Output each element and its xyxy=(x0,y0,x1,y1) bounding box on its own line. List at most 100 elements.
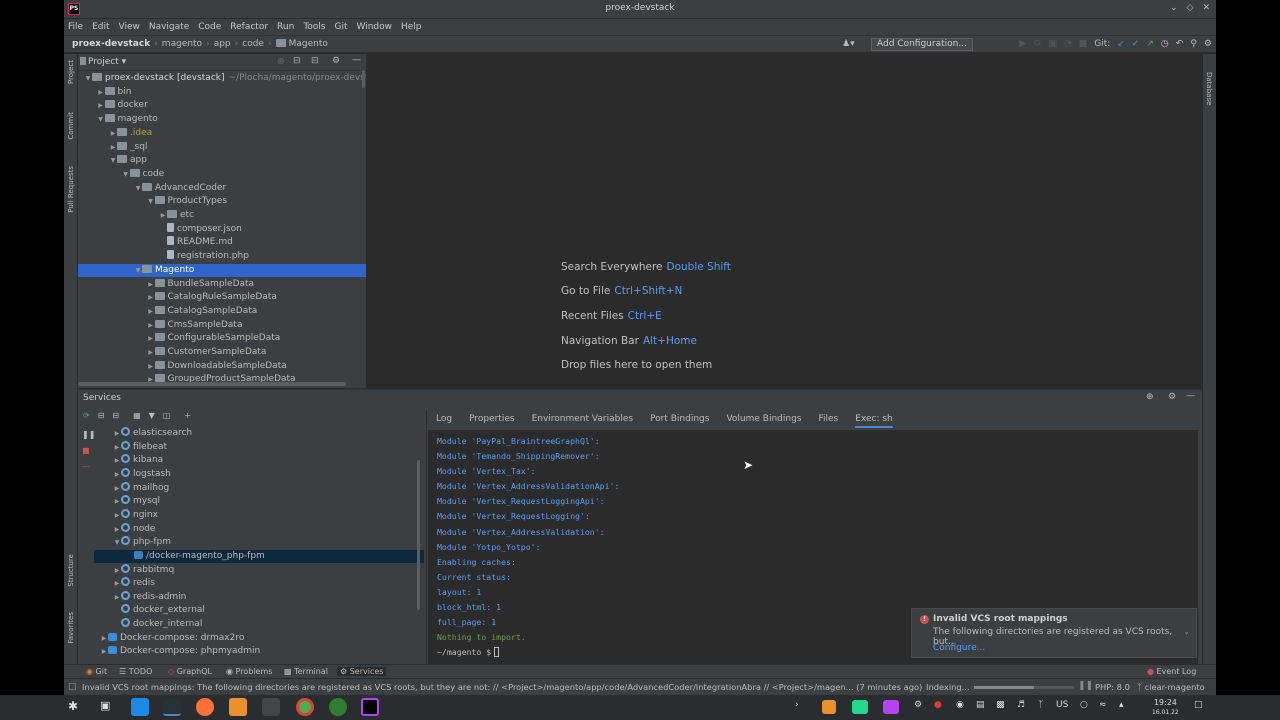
tree-item[interactable]: composer.json xyxy=(78,222,366,236)
tree-item[interactable]: ▶ CustomerSampleData xyxy=(78,346,366,359)
breadcrumb-item[interactable]: app xyxy=(214,39,231,49)
collapse-all-icon[interactable]: ⊟ xyxy=(112,411,119,420)
tree-item[interactable]: ▶ docker xyxy=(78,99,366,112)
git-commit-icon[interactable]: ✓ xyxy=(1132,39,1140,49)
tool-event-log[interactable]: ● Event Log xyxy=(1147,667,1196,676)
layout-icon[interactable]: ◫ xyxy=(163,411,171,420)
git-client-icon[interactable] xyxy=(329,698,347,716)
menu-code[interactable]: Code xyxy=(198,22,221,32)
tree-item[interactable]: ▼ magento xyxy=(78,113,366,126)
tree-item[interactable]: ▼ app xyxy=(78,154,366,167)
chevron-down-icon[interactable]: ▼ xyxy=(147,195,155,208)
breadcrumb-item[interactable]: code xyxy=(242,39,264,49)
tray-shield-icon[interactable]: ◉ xyxy=(956,700,964,710)
chevron-right-icon[interactable]: ▶ xyxy=(113,427,121,440)
phpstorm-taskbar-icon[interactable] xyxy=(361,698,379,716)
tab-port-bindings[interactable]: Port Bindings xyxy=(650,410,709,428)
service-item[interactable]: ▶ nginx xyxy=(94,508,424,522)
chevron-right-icon[interactable]: ▶ xyxy=(147,291,155,304)
add-service-icon[interactable]: + xyxy=(184,411,191,420)
tree-item[interactable]: ▶ CatalogRuleSampleData xyxy=(78,291,366,304)
menu-edit[interactable]: Edit xyxy=(92,22,109,32)
service-item[interactable]: ▶ redis xyxy=(94,577,424,590)
chevron-right-icon[interactable]: ▶ xyxy=(147,305,155,318)
tool-problems[interactable]: ◉ Problems xyxy=(226,667,272,676)
tree-item[interactable]: ▶ CatalogSampleData xyxy=(78,305,366,318)
expand-all-icon[interactable]: ⊟ xyxy=(293,56,301,66)
service-item[interactable]: ▶ Docker-compose: drmax2ro xyxy=(94,632,424,645)
tray-network-icon[interactable]: ○ xyxy=(1080,700,1088,710)
clock[interactable]: 19:24 16.01.22 xyxy=(1152,698,1179,717)
chevron-down-icon[interactable]: ▼ xyxy=(134,182,142,195)
search-icon[interactable]: ⚲ xyxy=(1190,39,1197,49)
chevron-right-icon[interactable]: ▶ xyxy=(109,127,117,140)
service-item[interactable]: ▶ elasticsearch xyxy=(94,427,424,440)
user-icon[interactable]: ♟▾ xyxy=(842,39,855,49)
minimize-icon[interactable]: ⌄ xyxy=(1170,3,1178,13)
service-item[interactable]: docker_external xyxy=(94,604,424,617)
tool-todo[interactable]: ☰ TODO xyxy=(119,667,152,676)
breadcrumb-item[interactable]: Magento xyxy=(275,39,328,49)
tree-item[interactable]: ▶ CmsSampleData xyxy=(78,319,366,332)
menu-tools[interactable]: Tools xyxy=(303,22,325,32)
locate-icon[interactable]: ⊕ xyxy=(277,57,285,67)
profile-icon[interactable]: ◔ xyxy=(1064,39,1072,49)
menu-window[interactable]: Window xyxy=(357,22,393,32)
tool-git[interactable]: ◉ Git xyxy=(86,667,107,676)
tray-clipboard-icon[interactable]: ▤ xyxy=(976,700,985,710)
console-icon[interactable] xyxy=(262,698,280,716)
stripe-commit[interactable]: Commit xyxy=(67,112,75,140)
tree-item[interactable]: ▶ etc xyxy=(78,209,366,222)
stripe-pull-requests[interactable]: Pull Requests xyxy=(67,166,75,213)
chevron-right-icon[interactable]: ▶ xyxy=(113,468,121,481)
service-item[interactable]: docker_internal xyxy=(94,618,424,631)
splitter[interactable] xyxy=(426,410,427,665)
expand-icon[interactable]: ⌄ xyxy=(1183,627,1190,636)
stripe-project[interactable]: Project xyxy=(67,60,75,84)
breadcrumb-item[interactable]: proex-devstack xyxy=(72,39,150,49)
chevron-right-icon[interactable]: ▶ xyxy=(113,509,121,522)
stripe-favorites[interactable]: Favorites xyxy=(67,612,75,644)
tree-item[interactable]: ▶ bin xyxy=(78,86,366,99)
chevron-down-icon[interactable]: ▼ xyxy=(97,113,105,126)
service-item[interactable]: ▼ php-fpm xyxy=(94,536,424,549)
keyboard-layout[interactable]: US xyxy=(1056,700,1068,710)
expand-all-icon[interactable]: ⊟ xyxy=(98,411,105,420)
toggle-tool-windows-icon[interactable]: □ xyxy=(68,682,77,692)
tree-item[interactable]: ▶ ConfigurableSampleData xyxy=(78,332,366,345)
tray-bluetooth-icon[interactable]: ᛉ xyxy=(1038,700,1043,710)
tray-device-icon[interactable]: ▩ xyxy=(996,700,1005,710)
service-item[interactable]: ▶ Docker-compose: phpmyadmin xyxy=(94,645,424,658)
chevron-right-icon[interactable]: ▶ xyxy=(97,86,105,99)
tray-record-icon[interactable]: ● xyxy=(934,700,942,710)
history-icon[interactable]: ◷ xyxy=(1161,39,1169,49)
settings-icon[interactable]: ⚙ xyxy=(1204,39,1212,49)
service-item[interactable]: ▶ logstash xyxy=(94,467,424,481)
chevron-right-icon[interactable]: ▶ xyxy=(147,332,155,345)
filter-icon[interactable]: ▼ xyxy=(149,411,155,420)
tree-item[interactable]: ▶ .idea xyxy=(78,127,366,140)
chevron-right-icon[interactable]: ▶ xyxy=(159,209,167,222)
tree-item[interactable]: ▶ DownloadableSampleData xyxy=(78,360,366,373)
service-item[interactable]: ▶ mailhog xyxy=(94,481,424,495)
tree-item[interactable]: README.md xyxy=(78,236,366,249)
tool-terminal[interactable]: ▩ Terminal xyxy=(284,667,328,676)
status-message[interactable]: Invalid VCS root mappings: The following… xyxy=(82,682,922,692)
gear-icon[interactable]: ⚙ xyxy=(1168,392,1176,402)
tool-graphql[interactable]: ◇ GraphQL xyxy=(168,667,212,676)
tree-item[interactable]: registration.php xyxy=(78,250,366,263)
chevron-right-icon[interactable]: ▶ xyxy=(113,454,121,467)
tray-sublime-icon[interactable] xyxy=(822,700,836,714)
chevron-right-icon[interactable]: ▶ xyxy=(147,319,155,332)
services-scrollbar[interactable] xyxy=(417,460,420,610)
tray-wifi-icon[interactable]: ≈ xyxy=(1099,700,1107,710)
configure-link[interactable]: Configure... xyxy=(933,643,985,653)
chevron-right-icon[interactable]: ▶ xyxy=(113,441,121,454)
pause-icon[interactable]: ❚❚ xyxy=(1078,681,1093,691)
php-level[interactable]: PHP: 8.0 xyxy=(1095,682,1130,692)
chevron-down-icon[interactable]: ▼ xyxy=(134,264,142,277)
collapse-all-icon[interactable]: ⊟ xyxy=(311,56,319,66)
app-launcher-icon[interactable]: ✱ xyxy=(68,699,78,713)
tab-exec-sh[interactable]: Exec: sh xyxy=(855,410,893,428)
chevron-right-icon[interactable]: ▶ xyxy=(147,346,155,359)
